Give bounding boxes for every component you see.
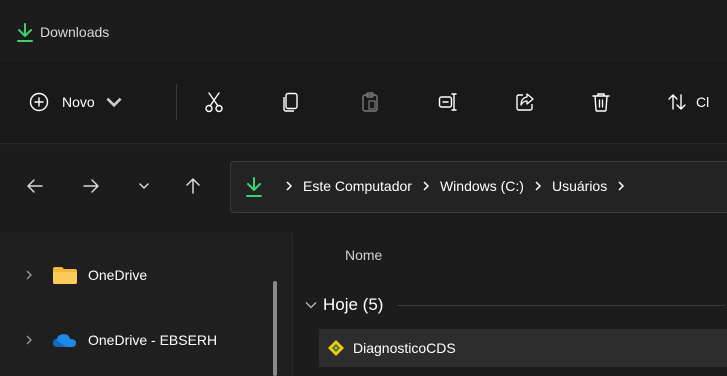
sidebar-item-onedrive-ebserh[interactable]: OneDrive - EBSERH: [0, 324, 270, 356]
clipboard-icon: [362, 92, 378, 112]
forward-button[interactable]: [78, 173, 104, 199]
chevron-down-icon: [139, 183, 149, 189]
breadcrumb-item[interactable]: Windows (C:): [440, 178, 524, 194]
sort-button[interactable]: Cl: [666, 86, 709, 118]
window-title: Downloads: [40, 24, 110, 40]
file-row[interactable]: DiagnosticoCDS: [319, 329, 727, 367]
rename-button[interactable]: [432, 86, 464, 118]
recent-locations-button[interactable]: [131, 173, 157, 199]
arrow-left-icon: [27, 179, 43, 193]
toolbar-separator: [176, 84, 177, 120]
sidebar-item-label: OneDrive: [88, 267, 148, 283]
file-name: DiagnosticoCDS: [353, 340, 456, 356]
chevron-right-icon: [286, 181, 293, 191]
copy-button[interactable]: [275, 86, 307, 118]
navigation-bar: Este Computador Windows (C:) Usuários: [0, 145, 727, 233]
breadcrumb-item[interactable]: Usuários: [552, 178, 607, 194]
download-arrow-icon: [17, 23, 33, 42]
up-button[interactable]: [180, 173, 206, 199]
copy-icon: [283, 92, 298, 112]
arrow-up-icon: [186, 178, 200, 194]
command-bar: Novo Cl: [0, 62, 727, 144]
navigation-pane: OneDrive OneDrive - EBSERH: [0, 233, 292, 376]
paste-button[interactable]: [354, 86, 386, 118]
plus-circle-icon: [29, 92, 49, 112]
folder-icon: [53, 267, 77, 284]
share-icon: [516, 93, 534, 111]
back-button[interactable]: [22, 173, 48, 199]
new-button-label: Novo: [62, 94, 95, 110]
delete-button[interactable]: [585, 86, 617, 118]
download-arrow-icon: [246, 177, 262, 197]
chevron-down-icon: [106, 97, 122, 108]
sort-icon: [668, 94, 686, 110]
chevron-right-icon: [618, 181, 625, 191]
cut-button[interactable]: [198, 86, 230, 118]
breadcrumb: Este Computador Windows (C:) Usuários: [275, 178, 635, 194]
share-button[interactable]: [509, 86, 541, 118]
scissors-icon: [205, 92, 223, 113]
title-bar: Downloads: [0, 0, 727, 62]
chevron-right-icon: [423, 181, 430, 191]
breadcrumb-item[interactable]: Este Computador: [303, 178, 412, 194]
chevron-right-icon[interactable]: [24, 269, 34, 281]
group-divider: [397, 304, 725, 306]
group-label: Hoje (5): [323, 295, 384, 314]
rename-icon: [438, 93, 457, 111]
sidebar-item-label: OneDrive - EBSERH: [88, 332, 218, 348]
new-button[interactable]: Novo: [28, 84, 156, 120]
sidebar-item-onedrive[interactable]: OneDrive: [0, 259, 270, 291]
trash-icon: [592, 93, 610, 112]
chevron-right-icon: [535, 181, 542, 191]
pane-resize-handle[interactable]: [273, 281, 277, 376]
diamond-app-icon: [328, 340, 344, 356]
cloud-icon: [53, 334, 76, 347]
chevron-right-icon[interactable]: [24, 334, 34, 346]
chevron-down-icon: [305, 302, 317, 309]
file-list: Nome Hoje (5) DiagnosticoCDS: [292, 233, 727, 376]
address-bar[interactable]: Este Computador Windows (C:) Usuários: [230, 161, 727, 213]
group-header-today[interactable]: Hoje (5): [305, 293, 725, 317]
arrow-right-icon: [83, 179, 99, 193]
column-header-name[interactable]: Nome: [345, 247, 382, 263]
sort-button-label: Cl: [696, 94, 710, 110]
